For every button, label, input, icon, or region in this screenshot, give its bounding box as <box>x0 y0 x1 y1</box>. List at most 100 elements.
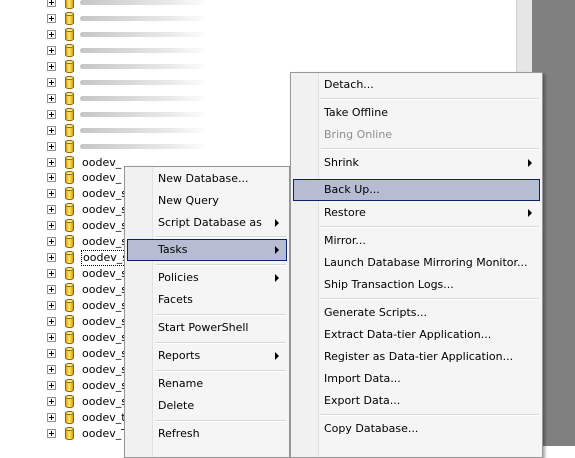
expand-plus-icon[interactable] <box>47 189 56 199</box>
expand-plus-icon[interactable] <box>47 13 56 23</box>
menu-item-copy-database[interactable]: Copy Database... <box>293 418 540 440</box>
expand-plus-icon[interactable] <box>47 29 56 39</box>
expand-plus-icon[interactable] <box>47 93 56 103</box>
expand-plus-icon[interactable] <box>47 221 56 231</box>
database-icon <box>65 43 74 57</box>
tree-node-label[interactable]: oodev_s <box>82 299 127 313</box>
menu-item-script-database-as[interactable]: Script Database as <box>127 212 287 234</box>
menu-item-start-powershell[interactable]: Start PowerShell <box>127 317 287 339</box>
database-icon <box>65 378 74 392</box>
tree-node-label[interactable]: oodev_t <box>82 411 126 425</box>
menu-item-export-data[interactable]: Export Data... <box>293 390 540 412</box>
expand-plus-icon[interactable] <box>47 348 56 358</box>
menu-item-label: Ship Transaction Logs... <box>324 278 454 291</box>
database-icon <box>65 0 74 9</box>
database-icon <box>65 394 74 408</box>
menu-separator <box>155 264 286 266</box>
tree-node-label[interactable]: oodev_ <box>82 171 121 185</box>
menu-item-launch-mirroring-monitor[interactable]: Launch Database Mirroring Monitor... <box>293 252 540 274</box>
tree-node-label[interactable]: oodev_s <box>82 363 127 377</box>
menu-item-generate-scripts[interactable]: Generate Scripts... <box>293 302 540 324</box>
database-icon <box>65 203 74 217</box>
menu-item-label: Shrink <box>324 156 359 169</box>
menu-item-label: Refresh <box>158 427 200 440</box>
menu-item-label: Generate Scripts... <box>324 306 427 319</box>
expand-plus-icon[interactable] <box>47 157 56 167</box>
expand-plus-icon[interactable] <box>47 285 56 295</box>
menu-item-shrink[interactable]: Shrink <box>293 152 540 174</box>
menu-item-label: Extract Data-tier Application... <box>324 328 492 341</box>
expand-plus-icon[interactable] <box>47 109 56 119</box>
menu-item-reports[interactable]: Reports <box>127 345 287 367</box>
menu-separator <box>321 148 539 150</box>
menu-item-label: Mirror... <box>324 234 366 247</box>
submenu-arrow-icon <box>528 159 532 167</box>
expand-plus-icon[interactable] <box>47 269 56 279</box>
menu-item-new-query[interactable]: New Query <box>127 190 287 212</box>
tree-node-database[interactable] <box>0 43 516 59</box>
expand-plus-icon[interactable] <box>47 364 56 374</box>
menu-item-back-up[interactable]: Back Up... <box>293 179 540 201</box>
tree-node-label[interactable]: oodev_s <box>82 331 127 345</box>
tree-node-label[interactable]: oodev_s <box>82 187 127 201</box>
menu-item-register-data-tier-app[interactable]: Register as Data-tier Application... <box>293 346 540 368</box>
menu-item-ship-transaction-logs[interactable]: Ship Transaction Logs... <box>293 274 540 296</box>
menu-item-import-data[interactable]: Import Data... <box>293 368 540 390</box>
expand-plus-icon[interactable] <box>47 301 56 311</box>
menu-separator <box>321 414 539 416</box>
submenu-arrow-icon <box>275 219 279 227</box>
menu-item-label: Take Offline <box>324 106 388 119</box>
expand-plus-icon[interactable] <box>47 45 56 55</box>
menu-item-delete[interactable]: Delete <box>127 395 287 417</box>
expand-plus-icon[interactable] <box>47 332 56 342</box>
expand-plus-icon[interactable] <box>47 125 56 135</box>
tree-node-database[interactable] <box>0 11 516 27</box>
database-icon <box>65 235 74 249</box>
database-icon <box>65 123 74 137</box>
expand-plus-icon[interactable] <box>47 253 56 263</box>
tree-node-label[interactable]: oodev_s <box>82 235 127 249</box>
tree-node-database[interactable] <box>0 0 516 11</box>
expand-plus-icon[interactable] <box>47 205 56 215</box>
menu-item-rename[interactable]: Rename <box>127 373 287 395</box>
expand-plus-icon[interactable] <box>47 141 56 151</box>
menu-item-tasks[interactable]: Tasks <box>127 239 287 261</box>
tree-node-label[interactable]: oodev_ <box>82 156 121 170</box>
menu-item-extract-data-tier-app[interactable]: Extract Data-tier Application... <box>293 324 540 346</box>
menu-item-restore[interactable]: Restore <box>293 202 540 224</box>
tree-node-label[interactable]: oodev_s <box>82 219 127 233</box>
database-icon <box>65 346 74 360</box>
expand-plus-icon[interactable] <box>47 317 56 326</box>
menu-item-label: Export Data... <box>324 394 401 407</box>
menu-item-label: Facets <box>158 293 193 306</box>
menu-item-mirror[interactable]: Mirror... <box>293 230 540 252</box>
tree-node-label[interactable]: oodev_s <box>82 379 127 393</box>
expand-plus-icon[interactable] <box>47 428 56 438</box>
tree-node-label[interactable]: oodev_s <box>82 203 127 217</box>
expand-plus-icon[interactable] <box>47 77 56 87</box>
menu-item-facets[interactable]: Facets <box>127 289 287 311</box>
tree-node-label[interactable]: oodev_s <box>82 395 127 409</box>
redacted-name <box>80 79 205 85</box>
expand-plus-icon[interactable] <box>47 173 56 183</box>
expand-plus-icon[interactable] <box>47 396 56 406</box>
menu-item-policies[interactable]: Policies <box>127 267 287 289</box>
tree-node-database[interactable] <box>0 27 516 43</box>
tree-node-label[interactable]: oodev_s <box>81 250 130 267</box>
menu-item-detach[interactable]: Detach... <box>293 74 540 96</box>
redacted-name <box>80 127 205 133</box>
menu-item-refresh[interactable]: Refresh <box>127 423 287 445</box>
tree-node-label[interactable]: oodev_s <box>82 283 127 297</box>
tree-node-label[interactable]: oodev_s <box>82 347 127 361</box>
expand-plus-icon[interactable] <box>47 412 56 422</box>
menu-separator <box>155 314 286 316</box>
tree-node-label[interactable]: oodev_T <box>82 427 128 441</box>
tree-node-label[interactable]: oodev_s <box>82 315 127 329</box>
expand-plus-icon[interactable] <box>47 61 56 71</box>
tree-node-label[interactable]: oodev_s <box>82 267 127 281</box>
menu-item-new-database[interactable]: New Database... <box>127 168 287 190</box>
expand-plus-icon[interactable] <box>47 237 56 247</box>
expand-plus-icon[interactable] <box>47 0 56 7</box>
menu-item-take-offline[interactable]: Take Offline <box>293 102 540 124</box>
expand-plus-icon[interactable] <box>47 380 56 390</box>
